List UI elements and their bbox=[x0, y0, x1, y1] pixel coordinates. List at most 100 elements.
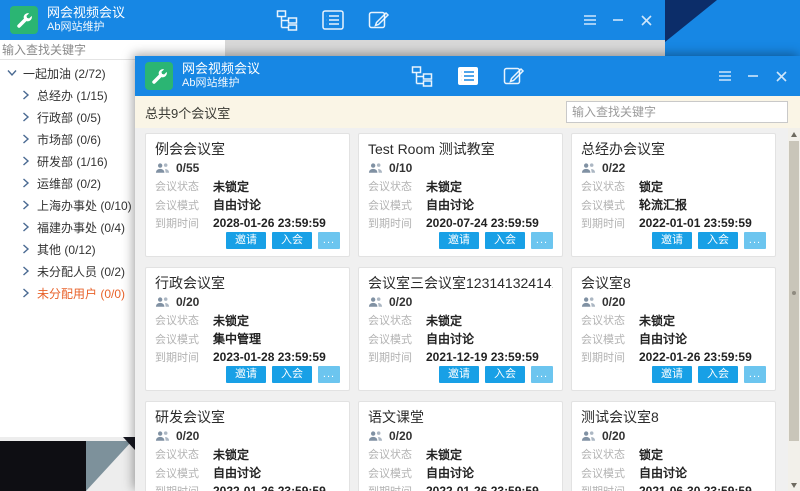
chevron-right-icon[interactable] bbox=[20, 155, 32, 167]
join-button[interactable]: 入会 bbox=[272, 232, 312, 249]
room-list-area: 例会会议室 0/55 会议状态 未锁定 会议模式 自由讨论 到期时间 2028-… bbox=[135, 128, 800, 491]
participants-icon bbox=[368, 162, 383, 174]
room-card: 行政会议室 0/20 会议状态 未锁定 会议模式 集中管理 到期时间 2023-… bbox=[145, 267, 350, 391]
participants-icon bbox=[155, 430, 170, 442]
more-button[interactable]: ... bbox=[318, 366, 340, 383]
mode-label: 会议模式 bbox=[155, 465, 213, 481]
tree-item-label: 其他 (0/12) bbox=[37, 241, 96, 258]
room-name: 例会会议室 bbox=[155, 139, 340, 159]
expire-row: 到期时间 2021-12-19 23:59:59 bbox=[368, 348, 553, 366]
join-button[interactable]: 入会 bbox=[485, 366, 525, 383]
status-row: 会议状态 未锁定 bbox=[368, 177, 553, 195]
chevron-right-icon[interactable] bbox=[20, 89, 32, 101]
chevron-right-icon[interactable] bbox=[20, 221, 32, 233]
join-button[interactable]: 入会 bbox=[485, 232, 525, 249]
join-button[interactable]: 入会 bbox=[698, 232, 738, 249]
expire-label: 到期时间 bbox=[581, 215, 639, 231]
expire-label: 到期时间 bbox=[155, 349, 213, 365]
invite-button[interactable]: 邀请 bbox=[226, 232, 266, 249]
room-name: 会议室8 bbox=[581, 273, 766, 293]
tree-item-label: 市场部 (0/6) bbox=[37, 131, 101, 148]
room-list-icon-active[interactable] bbox=[455, 63, 481, 89]
participant-count: 0/20 bbox=[389, 429, 412, 443]
more-button[interactable]: ... bbox=[531, 366, 553, 383]
expire-label: 到期时间 bbox=[368, 483, 426, 491]
chevron-right-icon[interactable] bbox=[20, 133, 32, 145]
room-actions: 邀请 入会 ... bbox=[155, 366, 340, 383]
menu-button[interactable] bbox=[714, 65, 736, 87]
scroll-down-icon[interactable] bbox=[788, 479, 800, 491]
participant-count-row: 0/20 bbox=[155, 293, 340, 311]
more-button[interactable]: ... bbox=[318, 232, 340, 249]
status-row: 会议状态 未锁定 bbox=[155, 177, 340, 195]
join-button[interactable]: 入会 bbox=[272, 366, 312, 383]
room-actions: 邀请 入会 ... bbox=[581, 366, 766, 383]
expire-label: 到期时间 bbox=[155, 483, 213, 491]
status-value: 未锁定 bbox=[213, 446, 249, 463]
chevron-right-icon[interactable] bbox=[20, 199, 32, 211]
compose-icon[interactable] bbox=[501, 63, 527, 89]
status-label: 会议状态 bbox=[581, 178, 639, 194]
status-label: 会议状态 bbox=[368, 178, 426, 194]
org-structure-icon[interactable] bbox=[274, 7, 300, 33]
status-label: 会议状态 bbox=[368, 446, 426, 462]
room-list-icon[interactable] bbox=[320, 7, 346, 33]
tree-item-label: 未分配用户 (0/0) bbox=[37, 285, 125, 302]
invite-button[interactable]: 邀请 bbox=[226, 366, 266, 383]
room-name: 总经办会议室 bbox=[581, 139, 766, 159]
fg-title-block: 网会视频会议 Ab网站维护 bbox=[182, 61, 260, 91]
join-button[interactable]: 入会 bbox=[698, 366, 738, 383]
compose-icon[interactable] bbox=[366, 7, 392, 33]
chevron-right-icon[interactable] bbox=[20, 111, 32, 123]
participant-count: 0/55 bbox=[176, 161, 199, 175]
mode-value: 自由讨论 bbox=[213, 196, 261, 213]
mode-row: 会议模式 自由讨论 bbox=[581, 330, 766, 348]
room-grid: 例会会议室 0/55 会议状态 未锁定 会议模式 自由讨论 到期时间 2028-… bbox=[145, 133, 776, 491]
scrollbar[interactable] bbox=[788, 128, 800, 491]
scrollbar-thumb[interactable] bbox=[789, 141, 799, 441]
status-row: 会议状态 未锁定 bbox=[368, 311, 553, 329]
scroll-up-icon[interactable] bbox=[788, 128, 800, 140]
invite-button[interactable]: 邀请 bbox=[439, 232, 479, 249]
room-card: 研发会议室 0/20 会议状态 未锁定 会议模式 自由讨论 到期时间 2022-… bbox=[145, 401, 350, 491]
invite-button[interactable]: 邀请 bbox=[652, 366, 692, 383]
app-logo bbox=[145, 62, 173, 90]
room-actions: 邀请 入会 ... bbox=[368, 232, 553, 249]
more-button[interactable]: ... bbox=[744, 366, 766, 383]
participant-count: 0/22 bbox=[602, 161, 625, 175]
desktop: 网会视频会议 Ab网站维护 bbox=[0, 0, 800, 491]
room-card: 例会会议室 0/55 会议状态 未锁定 会议模式 自由讨论 到期时间 2028-… bbox=[145, 133, 350, 257]
mode-row: 会议模式 自由讨论 bbox=[155, 196, 340, 214]
bg-titlebar: 网会视频会议 Ab网站维护 bbox=[0, 0, 665, 40]
bg-window-subtitle: Ab网站维护 bbox=[47, 21, 125, 35]
participant-count-row: 0/20 bbox=[581, 293, 766, 311]
invite-button[interactable]: 邀请 bbox=[439, 366, 479, 383]
status-value: 锁定 bbox=[639, 178, 663, 195]
close-button[interactable] bbox=[635, 9, 657, 31]
expire-value: 2023-01-28 23:59:59 bbox=[213, 350, 326, 364]
room-name: 会议室三会议室123141324141三会... bbox=[368, 273, 553, 293]
room-search-input[interactable] bbox=[566, 101, 788, 123]
mode-row: 会议模式 自由讨论 bbox=[155, 464, 340, 482]
chevron-right-icon[interactable] bbox=[20, 177, 32, 189]
mode-label: 会议模式 bbox=[581, 331, 639, 347]
status-row: 会议状态 未锁定 bbox=[155, 311, 340, 329]
chevron-down-icon[interactable] bbox=[6, 67, 18, 79]
participant-count-row: 0/20 bbox=[368, 293, 553, 311]
invite-button[interactable]: 邀请 bbox=[652, 232, 692, 249]
status-label: 会议状态 bbox=[155, 312, 213, 328]
more-button[interactable]: ... bbox=[531, 232, 553, 249]
participants-icon bbox=[581, 296, 596, 308]
org-structure-icon[interactable] bbox=[409, 63, 435, 89]
expire-value: 2022-01-26 23:59:59 bbox=[426, 484, 539, 491]
minimize-button[interactable] bbox=[607, 9, 629, 31]
chevron-right-icon[interactable] bbox=[20, 265, 32, 277]
expire-value: 2028-01-26 23:59:59 bbox=[213, 216, 326, 230]
chevron-right-icon[interactable] bbox=[20, 243, 32, 255]
chevron-right-icon[interactable] bbox=[20, 287, 32, 299]
more-button[interactable]: ... bbox=[744, 232, 766, 249]
bg-window-title: 网会视频会议 bbox=[47, 5, 125, 21]
menu-button[interactable] bbox=[579, 9, 601, 31]
close-button[interactable] bbox=[770, 65, 792, 87]
minimize-button[interactable] bbox=[742, 65, 764, 87]
